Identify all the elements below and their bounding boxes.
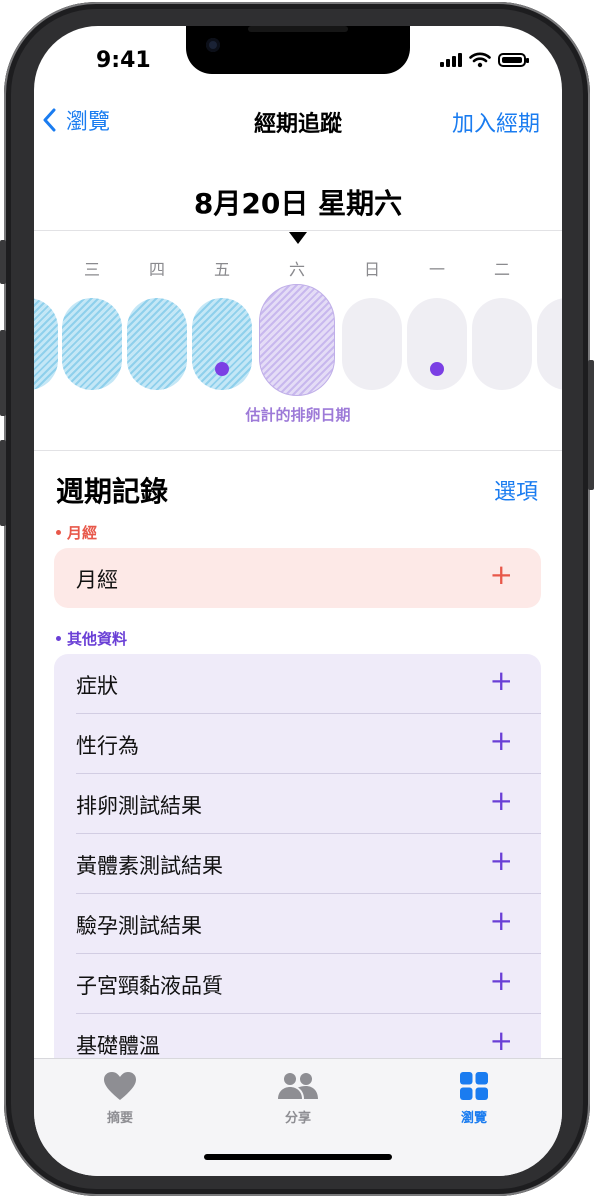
weekday-label: 二 — [493, 260, 510, 279]
tab-summary[interactable]: 摘要 — [60, 1071, 180, 1126]
options-button[interactable]: 選項 — [494, 474, 538, 506]
signal-icon — [440, 53, 462, 67]
log-row-symptoms[interactable]: 症狀 + — [54, 654, 541, 714]
day-cell[interactable] — [342, 298, 402, 390]
status-time: 9:41 — [96, 48, 151, 73]
status-icons — [440, 52, 529, 68]
plus-icon[interactable]: + — [490, 666, 513, 696]
back-label: 瀏覽 — [66, 110, 111, 135]
row-label: 基礎體溫 — [76, 1034, 160, 1058]
speaker — [248, 26, 348, 32]
weekday-label: 六 — [288, 260, 305, 279]
other-category-label: 其他資料 — [56, 628, 127, 649]
day-cell-selected[interactable] — [259, 284, 335, 396]
plus-icon[interactable]: + — [490, 1026, 513, 1056]
row-label: 黃體素測試結果 — [76, 854, 223, 878]
log-row-period[interactable]: 月經 + — [54, 548, 541, 608]
tab-label: 分享 — [284, 1111, 311, 1126]
row-label: 症狀 — [76, 674, 118, 698]
log-row-pregnancy-test[interactable]: 驗孕測試結果 + — [54, 894, 541, 954]
tab-sharing[interactable]: 分享 — [238, 1071, 358, 1126]
period-card: 月經 + — [54, 548, 541, 608]
chevron-left-icon — [43, 108, 56, 132]
day-cell-period[interactable] — [192, 298, 252, 390]
home-indicator[interactable] — [204, 1154, 392, 1160]
plus-icon[interactable]: + — [490, 786, 513, 816]
divider — [34, 230, 562, 231]
heart-icon — [104, 1072, 136, 1100]
row-label: 驗孕測試結果 — [76, 914, 202, 938]
category-text: 其他資料 — [67, 630, 128, 648]
plus-icon[interactable]: + — [490, 906, 513, 936]
log-dot — [430, 362, 444, 376]
plus-icon[interactable]: + — [490, 966, 513, 996]
selected-day-pointer — [289, 232, 307, 244]
bullet-icon — [56, 530, 61, 535]
day-cell-period[interactable] — [34, 298, 58, 390]
day-cell[interactable] — [537, 298, 562, 390]
day-cell[interactable] — [407, 298, 467, 390]
battery-icon — [498, 53, 529, 67]
weekday-label: 五 — [213, 260, 230, 279]
tab-label: 摘要 — [106, 1111, 133, 1126]
tab-label: 瀏覽 — [460, 1111, 487, 1126]
row-label: 排卵測試結果 — [76, 794, 202, 818]
log-row-progesterone-test[interactable]: 黃體素測試結果 + — [54, 834, 541, 894]
add-period-button[interactable]: 加入經期 — [452, 106, 540, 138]
category-text: 月經 — [67, 524, 98, 542]
day-cell[interactable] — [472, 298, 532, 390]
volume-down-button — [0, 440, 6, 526]
row-label: 子宮頸黏液品質 — [76, 974, 223, 998]
log-row-ovulation-test[interactable]: 排卵測試結果 + — [54, 774, 541, 834]
weekday-label: 四 — [148, 260, 165, 279]
divider — [34, 450, 562, 451]
other-data-card: 症狀 + 性行為 + 排卵測試結果 + 黃體素測試結果 + 驗孕測試結果 + 子… — [54, 654, 541, 1074]
plus-icon[interactable]: + — [490, 846, 513, 876]
side-button — [588, 360, 594, 490]
navigation-bar: 瀏覽 經期追蹤 加入經期 — [34, 104, 562, 140]
grid-icon — [460, 1072, 488, 1100]
bullet-icon — [56, 636, 61, 641]
weekday-label: 一 — [428, 260, 445, 279]
section-title: 週期記錄 — [56, 475, 169, 508]
log-dot — [215, 362, 229, 376]
people-icon — [278, 1073, 318, 1099]
silent-switch — [0, 240, 6, 284]
tab-browse[interactable]: 瀏覽 — [414, 1071, 534, 1126]
selected-date: 8月20日 星期六 — [193, 187, 403, 220]
weekday-label: 日 — [363, 260, 380, 279]
period-category-label: 月經 — [56, 522, 97, 543]
screen: 9:41 瀏覽 經期追蹤 加入經期 8月20日 星期六 三 四 五 六 日 一 … — [34, 26, 562, 1176]
volume-up-button — [0, 330, 6, 416]
log-row-cervical-mucus[interactable]: 子宮頸黏液品質 + — [54, 954, 541, 1014]
row-label: 月經 — [76, 568, 118, 592]
camera — [206, 38, 220, 52]
plus-icon[interactable]: + — [490, 560, 513, 590]
wifi-icon — [469, 52, 491, 68]
weekday-label: 三 — [83, 260, 100, 279]
day-cell-period[interactable] — [62, 298, 122, 390]
ovulation-label: 估計的排卵日期 — [245, 406, 351, 424]
plus-icon[interactable]: + — [490, 726, 513, 756]
log-row-sexual-activity[interactable]: 性行為 + — [54, 714, 541, 774]
back-button[interactable]: 瀏覽 — [42, 104, 110, 136]
notch — [186, 26, 410, 74]
row-label: 性行為 — [76, 734, 139, 758]
day-cell-period[interactable] — [127, 298, 187, 390]
